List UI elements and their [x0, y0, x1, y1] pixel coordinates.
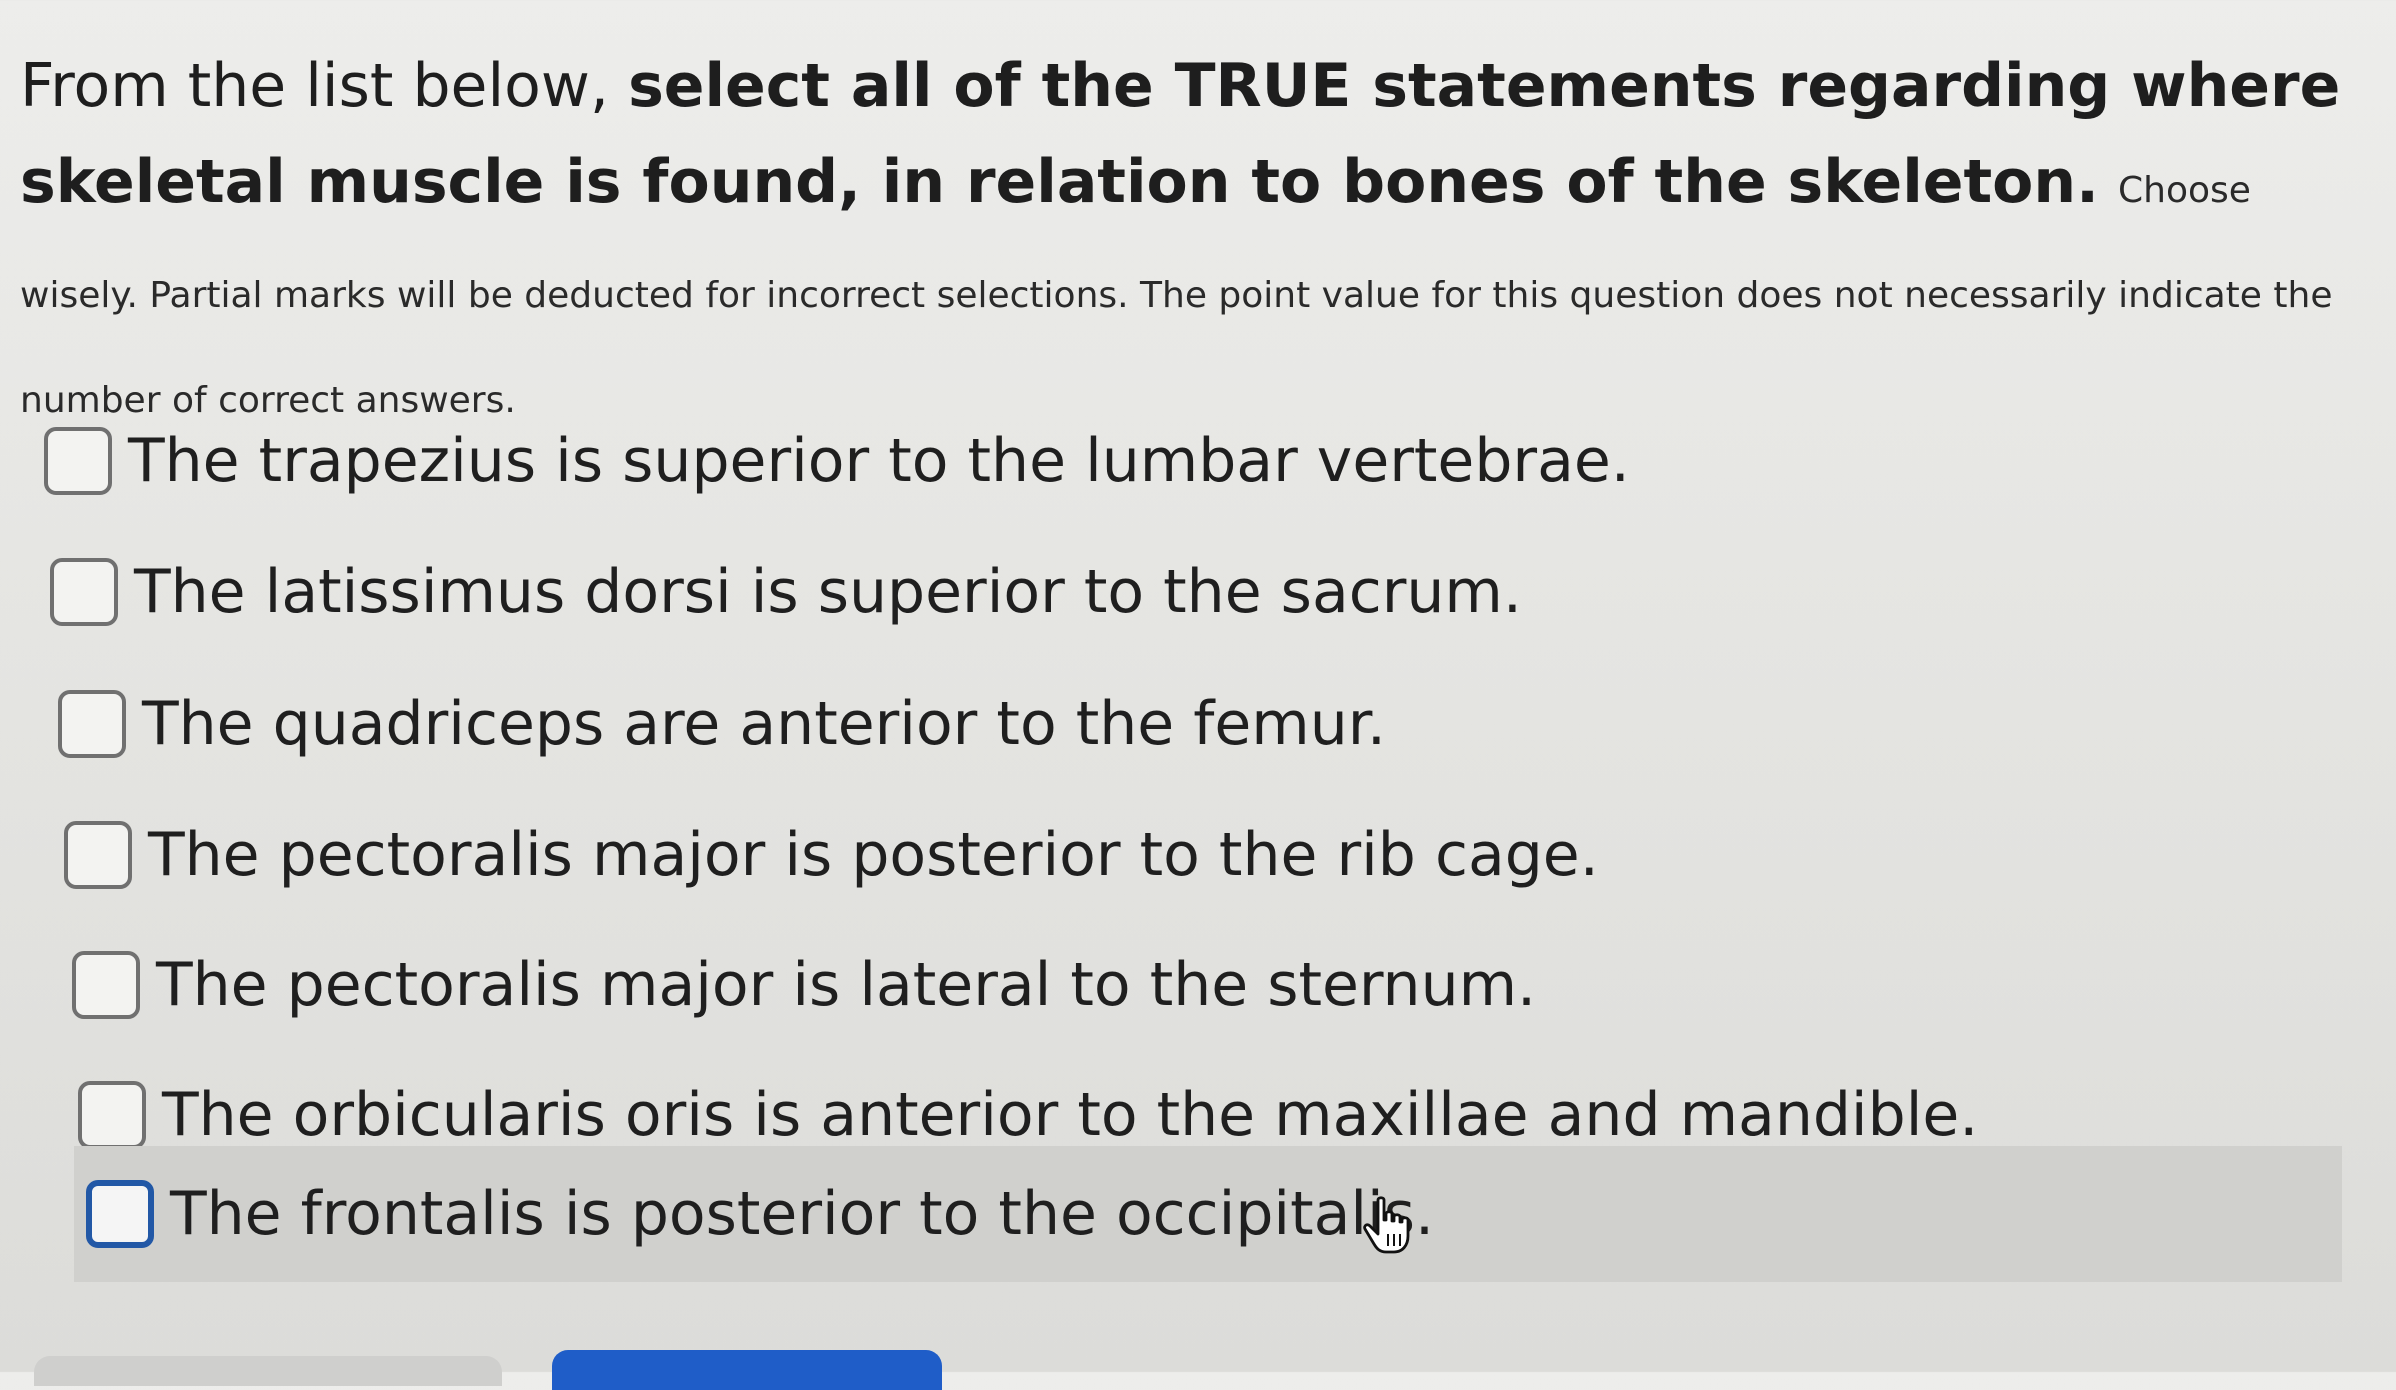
option-label: The latissimus dorsi is superior to the … — [134, 557, 1522, 627]
option-quadriceps[interactable]: The quadriceps are anterior to the femur… — [58, 669, 1558, 779]
checkbox[interactable] — [64, 821, 132, 889]
primary-button[interactable] — [552, 1350, 942, 1390]
option-label: The pectoralis major is lateral to the s… — [156, 950, 1537, 1020]
option-trapezius[interactable]: The trapezius is superior to the lumbar … — [44, 406, 1630, 516]
checkbox[interactable] — [58, 690, 126, 758]
hand-pointer-icon — [1363, 1196, 1410, 1254]
checkbox[interactable] — [86, 1180, 154, 1248]
option-label: The frontalis is posterior to the occipi… — [170, 1179, 1435, 1249]
option-label: The trapezius is superior to the lumbar … — [128, 426, 1630, 496]
checkbox[interactable] — [44, 427, 112, 495]
secondary-button[interactable] — [34, 1356, 502, 1386]
checkbox[interactable] — [72, 951, 140, 1019]
option-latissimus-dorsi[interactable]: The latissimus dorsi is superior to the … — [50, 537, 1550, 647]
checkbox[interactable] — [50, 558, 118, 626]
option-label: The orbicularis oris is anterior to the … — [162, 1080, 1979, 1150]
checkbox[interactable] — [78, 1081, 146, 1149]
option-label: The pectoralis major is posterior to the… — [148, 820, 1599, 890]
answer-options: The trapezius is superior to the lumbar … — [0, 0, 2396, 1372]
option-label: The quadriceps are anterior to the femur… — [142, 689, 1387, 759]
option-frontalis[interactable]: The frontalis is posterior to the occipi… — [74, 1146, 2342, 1282]
option-pectoralis-lateral[interactable]: The pectoralis major is lateral to the s… — [72, 930, 1572, 1040]
option-pectoralis-posterior[interactable]: The pectoralis major is posterior to the… — [64, 800, 1599, 910]
